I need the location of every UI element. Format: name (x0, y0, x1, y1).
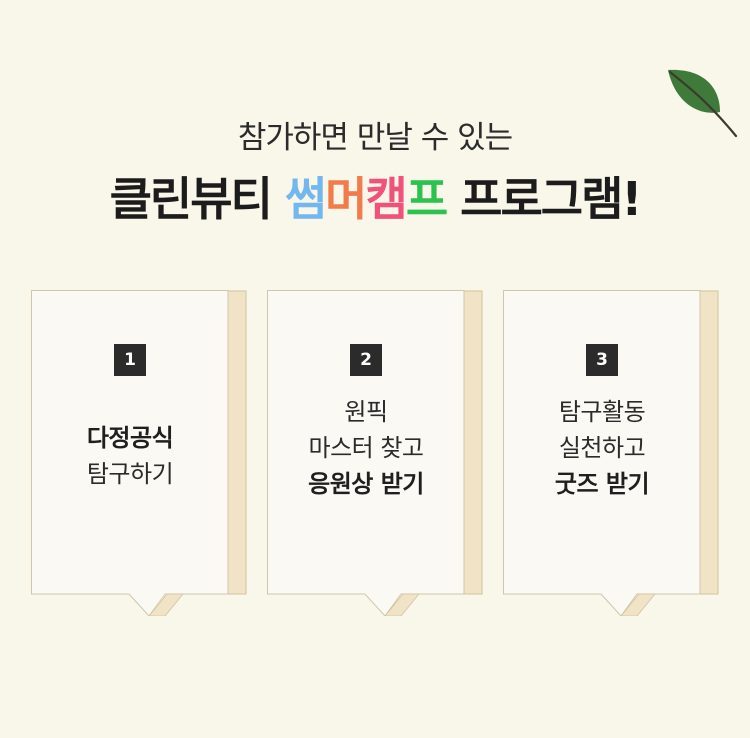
card-line-bold: 굿즈 받기 (554, 470, 650, 498)
card-text: 원픽 마스터 찾고 응원상 받기 (267, 394, 465, 502)
title-part-meo: 머 (325, 172, 367, 226)
card-text: 탐구활동 실천하고 굿즈 받기 (503, 394, 701, 502)
title-part-clean-beauty: 클린뷰티 (109, 172, 273, 226)
card-line: 원픽 (344, 398, 388, 426)
card-number-badge: 2 (350, 344, 382, 376)
subtitle: 참가하면 만날 수 있는 (237, 120, 513, 156)
card-line-bold: 다정공식 (86, 424, 174, 452)
title-part-program: 프로그램! (460, 172, 642, 226)
card-line: 실천하고 (558, 434, 646, 462)
card-text: 다정공식 탐구하기 (31, 420, 229, 492)
card-line: 탐구활동 (558, 398, 646, 426)
page-title: 클린뷰티 썸머캠프 프로그램! (0, 163, 750, 229)
program-card-1: 1 다정공식 탐구하기 (31, 290, 247, 616)
program-card-3: 3 탐구활동 실천하고 굿즈 받기 (503, 290, 719, 616)
card-line: 탐구하기 (86, 460, 174, 488)
title-part-peu: 프 (405, 172, 448, 226)
card-number-badge: 1 (114, 344, 146, 376)
card-line: 마스터 찾고 (308, 434, 424, 462)
card-number-badge: 3 (586, 344, 618, 376)
title-part-kaem: 캠 (365, 172, 408, 226)
card-line-bold: 응원상 받기 (308, 470, 424, 498)
program-card-2: 2 원픽 마스터 찾고 응원상 받기 (267, 290, 483, 616)
title-part-sseom: 썸 (284, 172, 327, 226)
